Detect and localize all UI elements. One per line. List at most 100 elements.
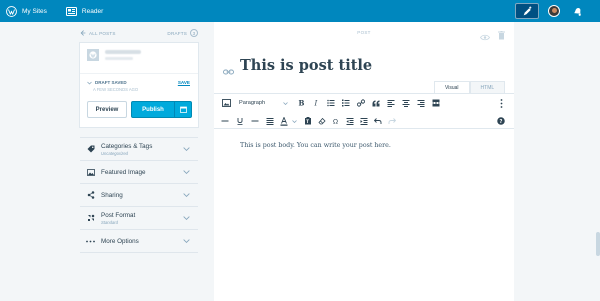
my-sites-label: My Sites <box>22 7 47 15</box>
bold-button[interactable]: B <box>295 97 307 109</box>
draft-status-label: DRAFT SAVED <box>95 80 127 85</box>
eye-icon <box>480 34 490 41</box>
scrollbar[interactable] <box>596 232 600 256</box>
redo-icon <box>388 118 396 124</box>
notifications-button[interactable] <box>572 6 583 17</box>
schedule-button[interactable] <box>175 102 191 117</box>
paste-text-button[interactable]: T <box>302 115 314 127</box>
bullet-list-button[interactable] <box>325 97 337 109</box>
align-center-icon <box>402 100 410 107</box>
accordion-categories-tags[interactable]: Categories & Tags Uncategorized <box>80 137 198 160</box>
italic-icon: I <box>314 100 318 108</box>
help-button[interactable]: ? <box>495 115 507 127</box>
chevron-down-icon[interactable] <box>87 81 92 85</box>
svg-text:B: B <box>299 99 305 107</box>
blockquote-button[interactable] <box>370 97 382 109</box>
omega-icon: Ω <box>333 118 338 126</box>
publish-button[interactable]: Publish <box>132 102 175 117</box>
write-post-button[interactable] <box>515 3 539 19</box>
reader-label: Reader <box>81 7 104 15</box>
preview-eye-button[interactable] <box>480 28 490 46</box>
trash-icon <box>498 31 505 40</box>
special-character-button[interactable]: Ω <box>330 115 342 127</box>
clear-formatting-button[interactable] <box>316 115 328 127</box>
all-posts-label: ALL POSTS <box>89 30 116 36</box>
underline-icon <box>237 118 243 125</box>
eraser-icon <box>318 117 326 125</box>
paragraph-select-value: Paragraph <box>239 100 266 106</box>
accordion-label: Categories & Tags <box>101 142 153 150</box>
quote-icon <box>372 100 380 106</box>
italic-button[interactable]: I <box>310 97 322 109</box>
my-sites-button[interactable]: My Sites <box>0 0 54 22</box>
drafts-label: DRAFTS <box>167 30 187 36</box>
masterbar: My Sites Reader <box>0 0 600 22</box>
bullet-list-icon <box>327 99 335 107</box>
undo-button[interactable] <box>372 115 384 127</box>
write-icon <box>523 6 531 15</box>
chevron-down-icon <box>182 193 190 197</box>
save-link[interactable]: SAVE <box>178 80 190 85</box>
accordion-more-options[interactable]: More Options <box>80 229 198 253</box>
accordion-label: Featured Image <box>101 168 146 176</box>
text-color-dropdown[interactable] <box>288 115 300 127</box>
insert-link-button[interactable] <box>355 97 367 109</box>
chevron-down-icon <box>182 216 190 220</box>
outdent-icon <box>346 118 354 125</box>
draft-time: A FEW SECONDS AGO <box>93 87 139 92</box>
align-right-button[interactable] <box>415 97 427 109</box>
post-body-editor[interactable]: This is post body. You can write your po… <box>240 142 391 149</box>
redo-button[interactable] <box>386 115 398 127</box>
read-more-icon <box>432 99 440 107</box>
accordion-label: Sharing <box>101 191 123 199</box>
accordion-featured-image[interactable]: Featured Image <box>80 160 198 183</box>
site-name-blurred <box>105 50 141 60</box>
align-right-icon <box>417 100 425 107</box>
accordion-label: Post Format <box>101 211 136 219</box>
reader-button[interactable]: Reader <box>59 0 110 22</box>
numbered-list-button[interactable] <box>340 97 352 109</box>
all-posts-link[interactable]: ALL POSTS <box>80 30 116 36</box>
link-icon <box>357 99 365 107</box>
format-icon <box>87 214 94 221</box>
numbered-list-icon <box>342 99 350 107</box>
underline-button[interactable] <box>234 115 246 127</box>
trash-button[interactable] <box>498 27 505 45</box>
add-media-button[interactable] <box>220 97 232 109</box>
strikethrough-icon <box>221 120 229 122</box>
accordion-label: More Options <box>101 237 139 245</box>
svg-text:?: ? <box>500 119 503 125</box>
svg-text:I: I <box>314 100 318 108</box>
accordion-post-format[interactable]: Post Format Standard <box>80 206 198 229</box>
chevron-down-icon <box>182 170 190 174</box>
insert-more-button[interactable] <box>430 97 442 109</box>
accordion-sharing[interactable]: Sharing <box>80 183 198 206</box>
help-icon: ? <box>497 117 505 125</box>
chevron-down-icon <box>182 147 190 151</box>
bell-icon <box>574 7 581 16</box>
svg-text:Ω: Ω <box>333 118 338 126</box>
strikethrough-button[interactable] <box>219 115 231 127</box>
drafts-button[interactable]: DRAFTS 3 <box>167 29 198 37</box>
svg-text:T: T <box>306 119 309 124</box>
justify-button[interactable] <box>264 115 276 127</box>
permalink-button[interactable] <box>223 62 234 80</box>
share-icon <box>87 191 94 199</box>
post-title-input[interactable]: This is post title <box>240 57 372 74</box>
paragraph-select[interactable]: Paragraph <box>239 98 288 108</box>
justify-icon <box>266 118 274 125</box>
outdent-button[interactable] <box>344 115 356 127</box>
align-center-button[interactable] <box>400 97 412 109</box>
preview-button[interactable]: Preview <box>87 101 127 118</box>
user-avatar[interactable] <box>548 5 560 17</box>
indent-button[interactable] <box>358 115 370 127</box>
link-icon <box>223 69 234 75</box>
horizontal-line-button[interactable] <box>249 115 261 127</box>
text-color-icon <box>280 116 288 126</box>
image-icon <box>86 168 95 176</box>
align-left-button[interactable] <box>385 97 397 109</box>
chevron-down-icon <box>182 239 190 243</box>
toolbar-toggle-button[interactable] <box>495 97 507 109</box>
site-icon <box>87 49 99 61</box>
align-left-icon <box>387 100 395 107</box>
